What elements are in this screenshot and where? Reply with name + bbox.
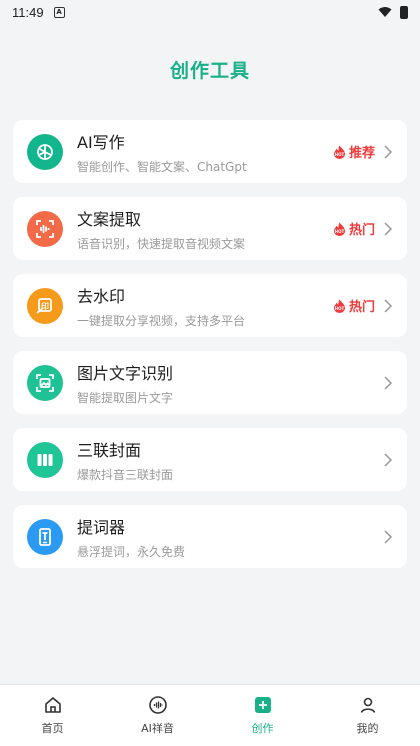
card-subtitle: 智能创作、智能文案、ChatGpt: [77, 159, 247, 174]
home-icon: [44, 697, 61, 713]
badge-label: 热门: [348, 300, 375, 315]
svg-text:HOT: HOT: [335, 152, 345, 157]
card-title: AI写作: [77, 132, 125, 152]
nav-voice[interactable]: AI祥音: [105, 685, 210, 746]
tool-card-teleprompter[interactable]: 提词器 悬浮提词，永久免费: [13, 505, 407, 568]
profile-icon: [360, 697, 375, 713]
teleprompter-icon: [27, 518, 63, 555]
voice-scan-icon: [27, 210, 63, 247]
chevron-right-icon: [384, 452, 393, 467]
battery-icon: [400, 5, 408, 19]
badge-label: 推荐: [348, 146, 375, 161]
fire-icon: HOT: [333, 145, 345, 159]
chevron-right-icon: [384, 221, 393, 236]
stamp-icon: 印: [27, 287, 63, 324]
card-title: 文案提取: [77, 209, 142, 229]
notification-icon: A: [53, 6, 65, 18]
nav-label: 创作: [251, 722, 274, 735]
recommend-badge: HOT 推荐: [333, 142, 375, 161]
status-time: 11:49: [12, 4, 44, 20]
tool-list: AI写作 智能创作、智能文案、ChatGpt HOT 推荐 文案提取 语音识别，…: [13, 120, 407, 582]
chevron-right-icon: [384, 529, 393, 544]
card-title: 提词器: [77, 517, 126, 537]
fire-icon: HOT: [333, 299, 345, 313]
card-subtitle: 语音识别，快速提取音视频文案: [77, 236, 246, 251]
nav-create[interactable]: 创作: [210, 685, 315, 746]
page-title: 创作工具: [169, 60, 250, 82]
badge-label: 热门: [348, 223, 375, 238]
card-subtitle: 悬浮提词，永久免费: [77, 544, 186, 559]
chevron-right-icon: [384, 144, 393, 159]
nav-profile[interactable]: 我的: [315, 685, 420, 746]
voice-icon: [148, 696, 167, 714]
tool-card-image-ocr[interactable]: 图片文字识别 智能提取图片文字: [13, 351, 407, 414]
fire-icon: HOT: [333, 222, 345, 236]
hot-badge: HOT 热门: [333, 296, 375, 315]
image-scan-icon: [27, 364, 63, 401]
status-icons: [378, 5, 408, 19]
openai-icon: [27, 133, 63, 170]
card-title: 图片文字识别: [77, 363, 174, 383]
tool-card-copy-extract[interactable]: 文案提取 语音识别，快速提取音视频文案 HOT 热门: [13, 197, 407, 260]
hot-badge: HOT 热门: [333, 219, 375, 238]
svg-text:HOT: HOT: [335, 229, 345, 234]
card-subtitle: 一键提取分享视频，支持多平台: [77, 313, 246, 328]
card-title: 去水印: [77, 286, 126, 306]
tool-card-triptych-cover[interactable]: 三联封面 爆款抖音三联封面: [13, 428, 407, 491]
svg-text:HOT: HOT: [335, 306, 345, 311]
create-icon: [254, 697, 271, 713]
card-subtitle: 爆款抖音三联封面: [77, 467, 174, 482]
nav-label: AI祥音: [141, 722, 174, 735]
chevron-right-icon: [384, 298, 393, 313]
triptych-icon: [27, 441, 63, 478]
nav-label: 首页: [41, 722, 64, 735]
tool-card-remove-watermark[interactable]: 印 去水印 一键提取分享视频，支持多平台 HOT 热门: [13, 274, 407, 337]
bottom-nav: 首页 AI祥音 创作 我的: [0, 684, 420, 746]
status-bar: 11:49 A: [0, 0, 420, 24]
nav-home[interactable]: 首页: [0, 685, 105, 746]
nav-label: 我的: [356, 722, 379, 735]
wifi-icon: [378, 7, 392, 17]
card-title: 三联封面: [77, 440, 142, 460]
chevron-right-icon: [384, 375, 393, 390]
card-subtitle: 智能提取图片文字: [77, 390, 174, 405]
tool-card-ai-writing[interactable]: AI写作 智能创作、智能文案、ChatGpt HOT 推荐: [13, 120, 407, 183]
